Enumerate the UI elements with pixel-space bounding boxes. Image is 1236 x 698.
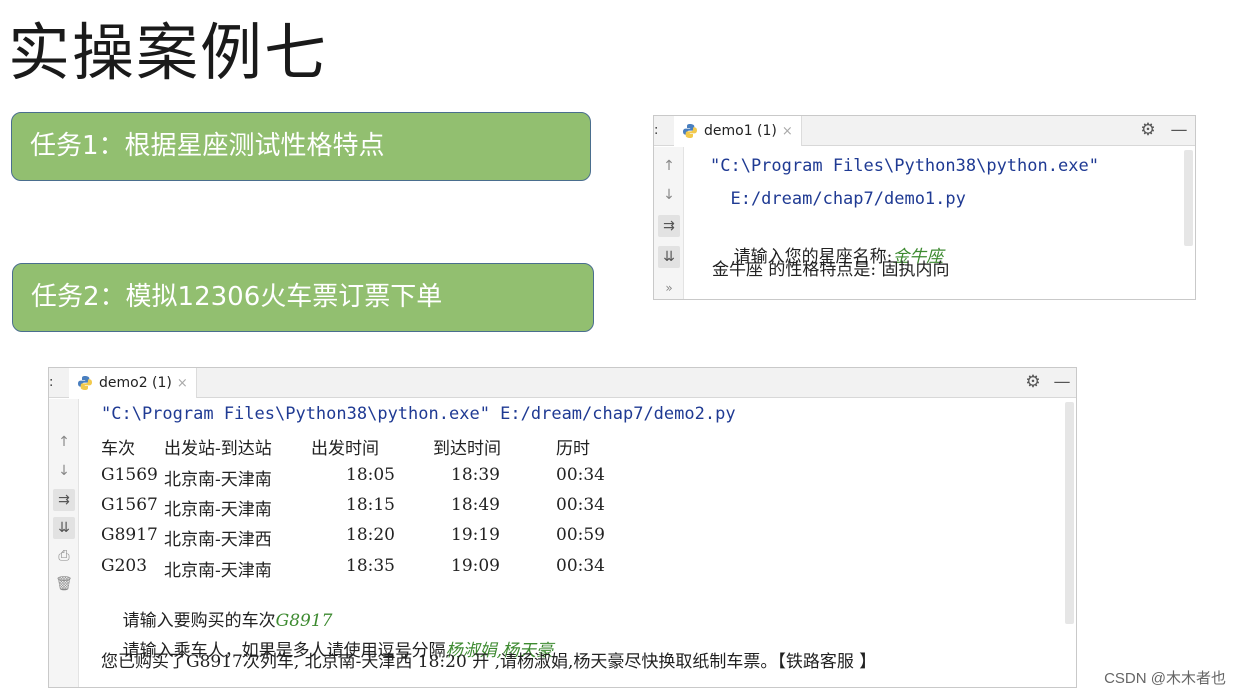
gear-icon[interactable]: ⚙ [1022, 372, 1044, 392]
arrow-up-icon[interactable]: ↑ [53, 431, 75, 453]
cell-train: G1569 [101, 465, 158, 485]
cell-duration: 00:59 [556, 525, 605, 545]
scroll-to-end-icon[interactable]: ⇊ [53, 517, 75, 539]
task-2-box: 任务2：模拟12306火车票订票下单 [12, 263, 594, 332]
scroll-to-end-icon[interactable]: ⇊ [658, 246, 680, 268]
close-icon[interactable]: × [177, 376, 188, 391]
trash-icon[interactable]: 🗑 [53, 573, 75, 595]
tab-demo2[interactable]: demo2 (1) × [69, 368, 197, 398]
gear-icon[interactable]: ⚙ [1137, 120, 1159, 140]
cell-duration: 00:34 [556, 495, 605, 515]
cell-route: 北京南-天津南 [164, 561, 272, 581]
cell-duration: 00:34 [556, 556, 605, 576]
output-line-command: "C:\Program Files\Python38\python.exe" E… [101, 404, 736, 424]
cell-depart: 18:15 [346, 495, 395, 515]
tab-label: demo1 (1) [704, 123, 777, 139]
cell-depart: 18:05 [346, 465, 395, 485]
soft-wrap-icon[interactable]: ⇉ [53, 489, 75, 511]
arrow-down-icon[interactable]: ↓ [658, 184, 680, 206]
table-header-train: 车次 [101, 439, 135, 459]
table-header-route: 出发站-到达站 [164, 439, 272, 459]
cell-train: G8917 [101, 525, 158, 545]
cell-arrive: 19:19 [451, 525, 500, 545]
cell-arrive: 18:49 [451, 495, 500, 515]
run-console-demo1: : demo1 (1) × ⚙ — ↑ ↓ ⇉ ⇊ » "C:\Program … [653, 115, 1196, 300]
scrollbar[interactable] [1184, 150, 1193, 246]
cell-arrive: 19:09 [451, 556, 500, 576]
cell-train: G1567 [101, 495, 158, 515]
console-tab-bar: : demo2 (1) × ⚙ — [49, 368, 1076, 398]
output-line-script: E:/dream/chap7/demo1.py [710, 189, 966, 209]
scrollbar[interactable] [1065, 402, 1074, 624]
console-gutter: ↑ ↓ ⇉ ⇊ » [654, 147, 684, 299]
output-line-result: 金牛座 的性格特点是: 固执内向 [712, 260, 950, 280]
table-header-depart: 出发时间 [311, 439, 379, 459]
task-1-box: 任务1：根据星座测试性格特点 [11, 112, 591, 181]
cell-depart: 18:35 [346, 556, 395, 576]
output-line-command: "C:\Program Files\Python38\python.exe" [710, 156, 1099, 176]
watermark: CSDN @木木者也 [1104, 670, 1226, 687]
cell-route: 北京南-天津西 [164, 530, 272, 550]
table-header-arrive: 到达时间 [433, 439, 501, 459]
console-tab-bar: : demo1 (1) × ⚙ — [654, 116, 1195, 146]
arrow-up-icon[interactable]: ↑ [658, 155, 680, 177]
tab-bar-left-fragment: : [49, 375, 54, 390]
python-icon [683, 124, 697, 138]
tab-label: demo2 (1) [99, 375, 172, 391]
arrow-down-icon[interactable]: ↓ [53, 460, 75, 482]
slide-title: 实操案例七 [8, 16, 329, 89]
tab-bar-left-fragment: : [654, 123, 659, 138]
cell-duration: 00:34 [556, 465, 605, 485]
run-console-demo2: : demo2 (1) × ⚙ — ↑ ↓ ⇉ ⇊ ⎙ 🗑 "C:\Progra… [48, 367, 1077, 688]
cell-depart: 18:20 [346, 525, 395, 545]
cell-arrive: 18:39 [451, 465, 500, 485]
console-gutter: ↑ ↓ ⇉ ⇊ ⎙ 🗑 [49, 399, 79, 687]
more-icon[interactable]: » [658, 277, 680, 299]
cell-route: 北京南-天津南 [164, 470, 272, 490]
print-icon[interactable]: ⎙ [53, 545, 75, 567]
table-header-duration: 历时 [556, 439, 590, 459]
minimize-icon[interactable]: — [1051, 372, 1073, 392]
cell-train: G203 [101, 556, 148, 576]
minimize-icon[interactable]: — [1168, 120, 1190, 140]
close-icon[interactable]: × [782, 124, 793, 139]
cell-route: 北京南-天津南 [164, 500, 272, 520]
python-icon [78, 376, 92, 390]
output-line-result: 您已购买了G8917次列车, 北京南-天津西 18:20 开 ,请杨淑娟,杨天豪… [101, 652, 877, 672]
tab-demo1[interactable]: demo1 (1) × [674, 116, 802, 146]
soft-wrap-icon[interactable]: ⇉ [658, 215, 680, 237]
